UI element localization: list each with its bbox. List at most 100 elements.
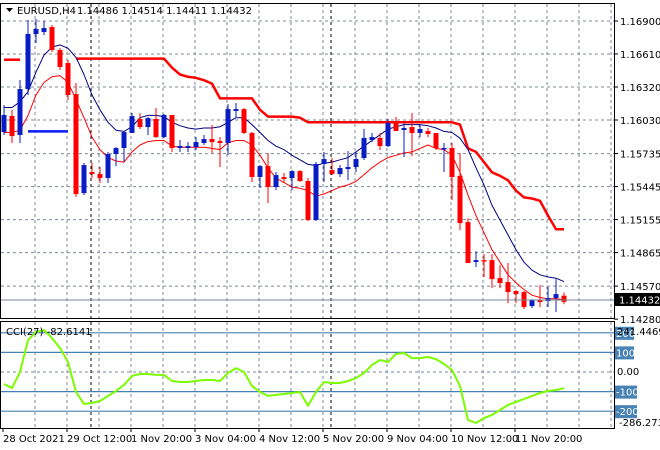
candle-body — [449, 147, 455, 178]
candle-body — [129, 116, 135, 133]
candle[interactable] — [17, 80, 23, 143]
candle[interactable] — [297, 170, 303, 183]
candle-body — [417, 128, 423, 133]
candle[interactable] — [169, 114, 175, 152]
candle-body — [465, 222, 471, 264]
candle-body — [273, 175, 279, 188]
candle-body — [497, 278, 503, 284]
candle-body — [505, 282, 511, 293]
candle[interactable] — [313, 161, 319, 222]
candle[interactable] — [241, 108, 247, 134]
price-tick-label: 1.15445 — [620, 183, 660, 194]
current-price-text: 1.14432 — [619, 296, 660, 307]
time-tick-label: 3 Nov 04:00 — [195, 434, 256, 445]
time-tick-label: 28 Oct 2021 — [3, 434, 65, 445]
candle-body — [481, 260, 487, 262]
candle[interactable] — [249, 132, 255, 183]
candle-body — [289, 171, 295, 179]
candle-body — [513, 291, 519, 295]
candle[interactable] — [49, 24, 55, 52]
candle-body — [425, 131, 431, 134]
candle-body — [97, 174, 103, 179]
candle-body — [297, 171, 303, 181]
candle-body — [553, 294, 559, 299]
symbol-label: EURUSD,H4 — [17, 6, 76, 17]
candle[interactable] — [433, 132, 439, 151]
candle-body — [281, 177, 287, 180]
candle-body — [561, 295, 567, 302]
candle[interactable] — [81, 163, 87, 195]
price-tick-label: 1.15155 — [620, 216, 660, 227]
candle-body — [81, 165, 87, 194]
candle-body — [121, 132, 127, 148]
candle-body — [145, 118, 151, 128]
price-tick-label: 1.16030 — [620, 116, 660, 127]
price-tick-label: 1.16610 — [620, 50, 660, 61]
candle-body — [9, 116, 15, 137]
current-price-label: 1.14432 — [615, 293, 660, 307]
candle-body — [401, 127, 407, 131]
ohlc-label: 1.14486 1.14514 1.14411 1.14432 — [77, 6, 252, 17]
candle-body — [337, 168, 343, 175]
candle-body — [305, 180, 311, 221]
candle-body — [353, 159, 359, 167]
candle-body — [489, 260, 495, 280]
candle[interactable] — [385, 118, 391, 148]
candle-body — [185, 146, 191, 148]
candle-body — [65, 62, 71, 95]
candle[interactable] — [161, 113, 167, 138]
candle-body — [57, 50, 63, 67]
cci-indicator-label: CCI(27) -82.6141 — [6, 327, 92, 338]
chart-header: EURUSD,H4 1.14486 1.14514 1.14411 1.1443… — [6, 6, 252, 17]
candle-body — [89, 172, 95, 175]
candle[interactable] — [465, 218, 471, 264]
candle-body — [225, 109, 231, 143]
time-tick-label: 11 Nov 20:00 — [515, 434, 582, 445]
candle[interactable] — [305, 178, 311, 222]
cci-level-label: -100 — [616, 388, 639, 399]
cci-zero-label: 0.00 — [617, 367, 639, 378]
candle-body — [137, 118, 143, 128]
candle-body — [377, 137, 383, 147]
candle-body — [33, 28, 39, 34]
candle-body — [249, 132, 255, 178]
candle-body — [409, 127, 415, 133]
candle-body — [241, 109, 247, 133]
cci-min-label: -286.2732 — [619, 418, 660, 429]
time-tick-label: 9 Nov 04:00 — [387, 434, 448, 445]
price-tick-label: 1.15735 — [620, 150, 660, 161]
candle-body — [265, 166, 271, 188]
candle-body — [529, 300, 535, 307]
time-tick-label: 5 Nov 20:00 — [323, 434, 384, 445]
candle-body — [113, 147, 119, 155]
candle-body — [345, 166, 351, 170]
cci-max-label: 241.4469 — [617, 327, 660, 338]
candle-body — [49, 27, 55, 51]
price-tick-label: 1.16320 — [620, 83, 660, 94]
price-tick-label: 1.14865 — [620, 249, 660, 260]
candle-body — [321, 159, 327, 165]
candle-body — [153, 118, 159, 138]
candle[interactable] — [65, 60, 71, 100]
candle-body — [41, 28, 47, 33]
candle-body — [209, 139, 215, 143]
candle[interactable] — [73, 83, 79, 198]
candle-body — [161, 114, 167, 138]
candle[interactable] — [129, 113, 135, 133]
trading-chart[interactable]: 200100-100-200 1.169001.166101.163201.16… — [0, 0, 660, 450]
candle-body — [369, 137, 375, 141]
candle-body — [457, 175, 463, 224]
price-tick-label: 1.16900 — [620, 17, 660, 28]
candle-body — [177, 146, 183, 148]
candle-body — [361, 137, 367, 159]
candle-body — [313, 164, 319, 221]
cci-level-label: -200 — [616, 407, 639, 418]
candle[interactable] — [57, 47, 63, 71]
candle-body — [105, 154, 111, 179]
candle-body — [385, 123, 391, 147]
candle-body — [393, 122, 399, 132]
candle-body — [257, 166, 263, 178]
candle-body — [25, 33, 31, 90]
candle-body — [1, 114, 7, 133]
candle-body — [17, 89, 23, 136]
